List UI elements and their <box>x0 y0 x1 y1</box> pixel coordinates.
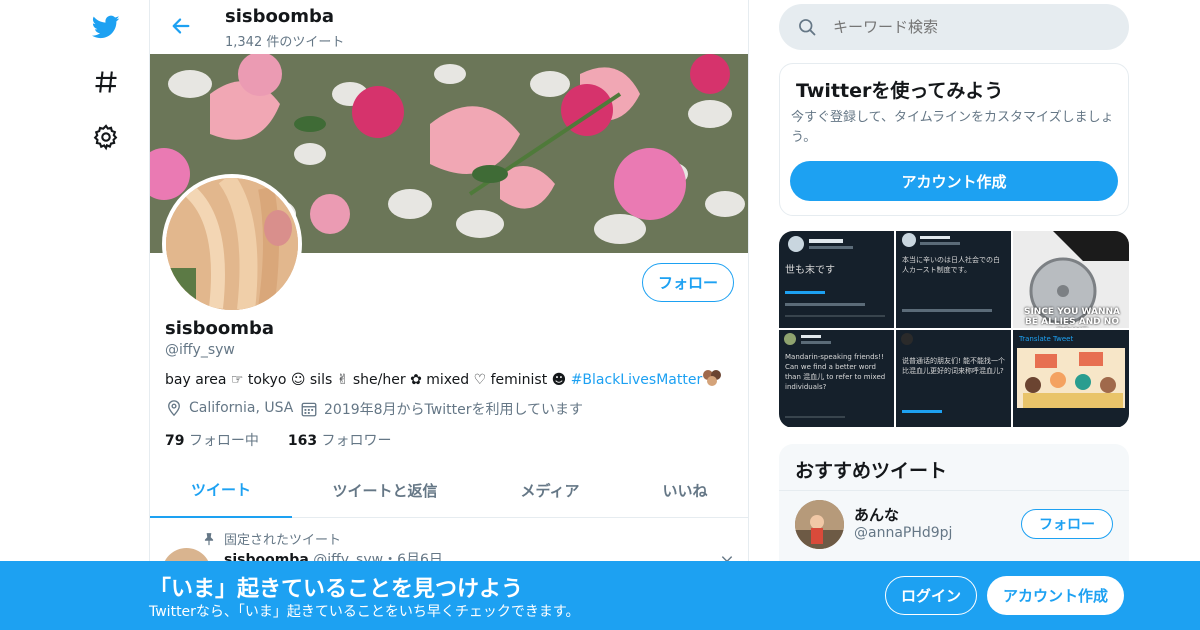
follow-button[interactable]: フォロー <box>642 263 734 302</box>
create-account-button[interactable]: アカウント作成 <box>790 161 1118 201</box>
media-thumbnail[interactable]: 说普通话的朋友们! 能不能找一个比混血儿更好的词来称呼混血儿? <box>896 330 1011 427</box>
profile-tabs: ツイート ツイートと返信 メディア いいね <box>150 462 748 518</box>
calendar-icon <box>301 402 317 417</box>
recommended-follow-button[interactable]: フォロー <box>1021 509 1113 539</box>
media-caption: 世も末です <box>785 265 835 276</box>
tab-tweets-and-replies[interactable]: ツイートと返信 <box>310 462 460 518</box>
header-profile-name: sisboomba <box>225 6 335 27</box>
media-thumbnail[interactable]: SINCE YOU WANNA BE ALLIES AND NO POINT <box>1013 231 1129 328</box>
pinned-tweet-label: 固定されたツイート <box>202 529 341 548</box>
media-gallery: 世も末です 本当に辛いのは日人社会での白人カースト制度です。 SINCE YOU… <box>779 231 1129 428</box>
recommended-user-avatar[interactable] <box>795 500 844 549</box>
profile-location: California, USA <box>165 399 293 417</box>
raised-fists-emoji-icon <box>703 370 722 386</box>
media-caption: 本当に辛いのは日人社会での白人カースト制度です。 <box>902 256 1000 274</box>
login-button[interactable]: ログイン <box>885 576 977 615</box>
back-arrow-icon[interactable] <box>170 15 192 37</box>
hashtag-icon[interactable] <box>92 68 120 96</box>
media-thumbnail[interactable]: 世も末です <box>779 231 894 328</box>
bottom-bar-title: 「いま」起きていることを見つけよう <box>149 577 524 602</box>
signup-button[interactable]: アカウント作成 <box>987 576 1124 615</box>
recommended-title: おすすめツイート <box>795 460 948 482</box>
bio-text: bay area ☞ tokyo ☺ sils ✌ she/her ✿ mixe… <box>165 372 571 388</box>
media-thumbnail[interactable]: Translate Tweet <box>1013 330 1129 427</box>
profile-handle: @iffy_syw <box>165 342 235 358</box>
recommended-user-handle[interactable]: @annaPHd9pj <box>854 525 952 541</box>
signup-card: Twitterを使ってみよう 今すぐ登録して、タイムラインをカスタマイズしましょ… <box>779 63 1129 216</box>
signup-card-description: 今すぐ登録して、タイムラインをカスタマイズしましょう。 <box>791 110 1114 145</box>
media-thumbnail[interactable]: 本当に辛いのは日人社会での白人カースト制度です。 <box>896 231 1011 328</box>
pinned-label-text: 固定されたツイート <box>224 533 342 548</box>
media-caption: SINCE YOU WANNA BE ALLIES AND NO POINT <box>1023 307 1121 328</box>
profile-header-bar: sisboomba 1,342 件のツイート <box>150 0 748 54</box>
tab-likes[interactable]: いいね <box>630 462 740 518</box>
media-caption: Mandarin-speaking friends!! Can we find … <box>785 353 886 391</box>
profile-name: sisboomba <box>165 318 275 339</box>
location-text: California, USA <box>189 400 294 416</box>
search-bar[interactable] <box>779 4 1129 50</box>
followers-stat[interactable]: 163 フォロワー <box>288 433 392 449</box>
profile-avatar[interactable] <box>162 174 302 314</box>
media-caption: Translate Tweet <box>1019 335 1074 343</box>
location-pin-icon <box>168 400 180 417</box>
following-stat[interactable]: 79 フォロー中 <box>165 433 259 449</box>
profile-column: sisboomba 1,342 件のツイート フォロー sisboomba @i… <box>149 0 749 630</box>
tab-tweets[interactable]: ツイート <box>150 462 292 518</box>
bio-hashtag-link[interactable]: #BlackLivesMatter <box>571 372 703 388</box>
profile-bio: bay area ☞ tokyo ☺ sils ✌ she/her ✿ mixe… <box>165 369 722 388</box>
search-icon <box>799 19 816 36</box>
signup-card-title: Twitterを使ってみよう <box>796 80 1004 102</box>
divider <box>779 490 1129 491</box>
tab-media[interactable]: メディア <box>480 462 620 518</box>
recommended-user-name[interactable]: あんな <box>854 504 899 525</box>
join-date-text: 2019年8月からTwitterを利用しています <box>324 402 584 418</box>
bottom-bar-subtitle: Twitterなら、「いま」起きていることをいち早くチェックできます。 <box>149 604 580 620</box>
twitter-logo-icon[interactable] <box>92 13 120 41</box>
media-thumbnail[interactable]: Mandarin-speaking friends!! Can we find … <box>779 330 894 427</box>
profile-join-date: 2019年8月からTwitterを利用しています <box>300 399 583 419</box>
search-input[interactable] <box>833 18 1113 36</box>
bottom-signup-bar: 「いま」起きていることを見つけよう Twitterなら、「いま」起きていることを… <box>0 561 1200 630</box>
follow-stats: 79 フォロー中 163 フォロワー <box>165 430 392 450</box>
media-caption: 说普通话的朋友们! 能不能找一个比混血儿更好的词来称呼混血儿? <box>902 357 1006 375</box>
pin-icon <box>204 532 214 545</box>
gear-icon[interactable] <box>92 123 120 151</box>
header-tweet-count: 1,342 件のツイート <box>225 35 345 50</box>
